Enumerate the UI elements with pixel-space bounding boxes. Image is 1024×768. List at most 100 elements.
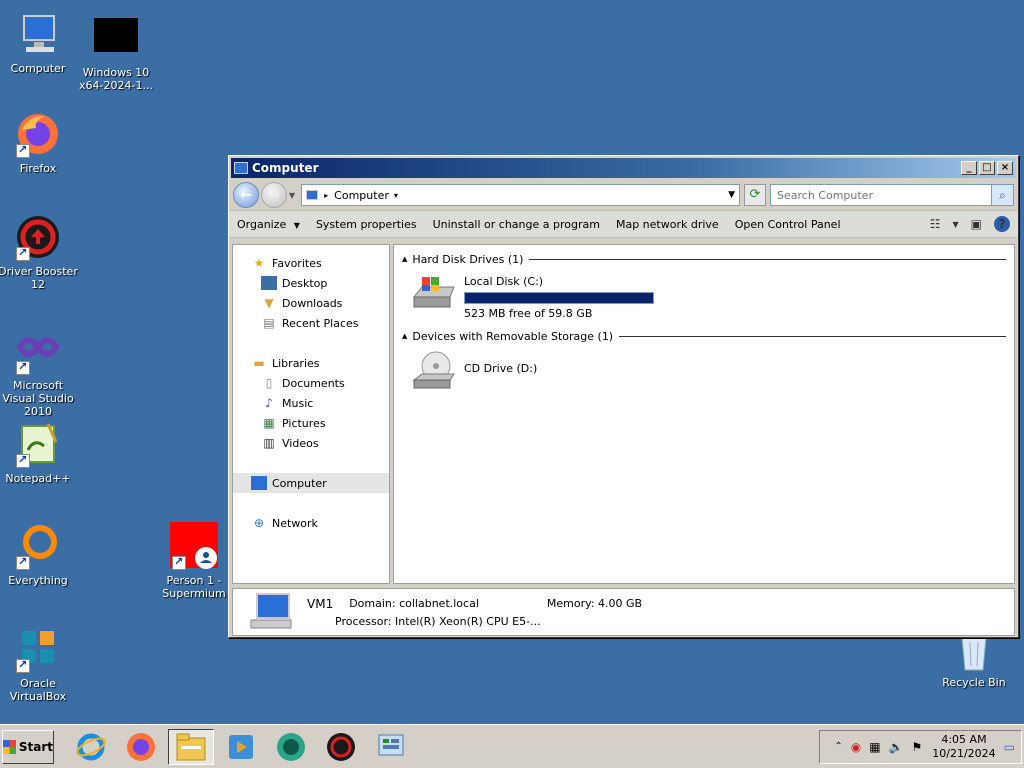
computer-icon bbox=[234, 162, 248, 174]
taskbar-media-player[interactable] bbox=[218, 729, 264, 765]
help-button[interactable]: ? bbox=[994, 216, 1010, 232]
breadcrumb-computer[interactable]: Computer bbox=[334, 189, 389, 202]
libraries-folder-icon: ▬ bbox=[253, 356, 265, 370]
navigation-pane[interactable]: ★ Favorites Desktop ▼ Downloads ▤ Recent Pl… bbox=[232, 244, 390, 584]
search-icon: ⌕ bbox=[999, 188, 1006, 202]
recent-pages-chevron-icon[interactable]: ▼ bbox=[289, 191, 295, 200]
drive-d[interactable]: CD Drive (D:) bbox=[410, 350, 1006, 394]
address-history-dropdown-icon[interactable]: ▼ bbox=[728, 190, 735, 200]
notepadpp-icon bbox=[14, 420, 62, 468]
computer-small-icon bbox=[306, 190, 319, 200]
shortcut-arrow-icon bbox=[16, 360, 30, 375]
memory-label: Memory: bbox=[546, 596, 595, 610]
desktop-icon-computer[interactable]: Computer bbox=[0, 10, 78, 75]
system-properties-button[interactable]: System properties bbox=[316, 218, 417, 231]
nav-network[interactable]: ⊕ Network bbox=[233, 513, 389, 533]
taskbar: Start ⌃ ◉ ▦ 🔈 ⚑ 4:05 AM 10/21/2024 ▭ bbox=[0, 724, 1024, 768]
green-orb-icon bbox=[277, 732, 305, 761]
nav-downloads[interactable]: ▼ Downloads bbox=[233, 293, 389, 313]
drive-c-usage-bar bbox=[464, 292, 654, 304]
maximize-button[interactable]: □ bbox=[979, 161, 995, 175]
memory-value: 4.00 GB bbox=[598, 596, 643, 610]
desktop-icon-windows10-vm[interactable]: Windows 10 x64-2024-1... bbox=[76, 14, 156, 92]
nav-computer[interactable]: Computer bbox=[233, 473, 389, 493]
address-bar[interactable]: ▸ Computer ▾ ▼ bbox=[301, 184, 740, 206]
network-tray-icon[interactable]: ▦ bbox=[869, 740, 880, 754]
shortcut-arrow-icon bbox=[172, 555, 186, 570]
nav-music[interactable]: ♪ Music bbox=[233, 393, 389, 413]
window-titlebar[interactable]: Computer _ □ × bbox=[231, 158, 1016, 178]
cd-drive-icon bbox=[410, 350, 458, 394]
nav-desktop[interactable]: Desktop bbox=[233, 273, 389, 293]
desktop-icon-supermium[interactable]: Person 1 - Supermium bbox=[154, 522, 234, 600]
star-icon: ★ bbox=[253, 256, 265, 270]
taskbar-control-panel[interactable] bbox=[368, 729, 414, 765]
drive-d-name: CD Drive (D:) bbox=[464, 362, 538, 375]
icon-label: Driver Booster 12 bbox=[0, 265, 78, 291]
nav-documents[interactable]: ▯ Documents bbox=[233, 373, 389, 393]
view-options-icon[interactable]: ☷ bbox=[930, 217, 941, 231]
taskbar-driver-booster[interactable] bbox=[318, 729, 364, 765]
drive-c-free-space: 523 MB free of 59.8 GB bbox=[464, 307, 593, 320]
show-desktop-icon[interactable]: ▭ bbox=[1004, 740, 1015, 754]
desktop-icon-virtualbox[interactable]: Oracle VirtualBox bbox=[0, 625, 78, 703]
taskbar-app-green[interactable] bbox=[268, 729, 314, 765]
icon-label: Microsoft Visual Studio 2010 bbox=[2, 379, 74, 418]
show-hidden-icons-icon[interactable]: ⌃ bbox=[834, 741, 842, 752]
collapse-triangle-icon: ▲ bbox=[402, 255, 408, 263]
shortcut-arrow-icon bbox=[16, 555, 30, 570]
action-center-flag-icon[interactable]: ⚑ bbox=[911, 740, 922, 754]
taskbar-internet-explorer[interactable] bbox=[68, 729, 114, 765]
shortcut-arrow-icon bbox=[16, 246, 30, 261]
taskbar-firefox[interactable] bbox=[118, 729, 164, 765]
map-network-drive-button[interactable]: Map network drive bbox=[616, 218, 719, 231]
processor-label: Processor: bbox=[335, 614, 392, 628]
icon-label: Oracle VirtualBox bbox=[9, 677, 67, 703]
search-input[interactable] bbox=[770, 184, 992, 206]
driver-booster-tray-icon[interactable]: ◉ bbox=[851, 740, 861, 754]
drive-c[interactable]: Local Disk (C:) 523 MB free of 59.8 GB bbox=[410, 273, 1006, 320]
open-control-panel-button[interactable]: Open Control Panel bbox=[735, 218, 841, 231]
desktop-icon-driver-booster[interactable]: Driver Booster 12 bbox=[0, 213, 78, 291]
nav-pictures[interactable]: ▦ Pictures bbox=[233, 413, 389, 433]
pictures-icon: ▦ bbox=[263, 416, 275, 430]
desktop-icon-everything[interactable]: Everything bbox=[0, 522, 78, 587]
network-globe-icon: ⊕ bbox=[253, 516, 265, 530]
icon-label: Windows 10 x64-2024-1... bbox=[79, 66, 153, 92]
back-button[interactable]: ← bbox=[233, 182, 259, 208]
view-dropdown-icon[interactable]: ▼ bbox=[953, 220, 959, 229]
nav-videos[interactable]: ▥ Videos bbox=[233, 433, 389, 453]
organize-button[interactable]: Organize ▼ bbox=[237, 218, 300, 231]
search-button[interactable]: ⌕ bbox=[992, 184, 1014, 206]
forward-button[interactable]: → bbox=[261, 182, 287, 208]
volume-muted-icon[interactable]: 🔈 bbox=[889, 740, 904, 754]
preview-pane-icon[interactable]: ▣ bbox=[971, 217, 982, 231]
desktop-icon-visual-studio[interactable]: Microsoft Visual Studio 2010 bbox=[0, 327, 78, 418]
nav-recent-places[interactable]: ▤ Recent Places bbox=[233, 313, 389, 333]
group-header-removable[interactable]: ▲ Devices with Removable Storage (1) bbox=[402, 328, 1006, 344]
refresh-button[interactable]: ⟳ bbox=[744, 184, 766, 206]
minimize-button[interactable]: _ bbox=[961, 161, 977, 175]
refresh-icon: ⟳ bbox=[749, 187, 761, 202]
supermium-profile-icon bbox=[170, 522, 218, 570]
breadcrumb-dropdown-icon[interactable]: ▾ bbox=[394, 191, 398, 200]
content-pane[interactable]: ▲ Hard Disk Drives (1) Local Disk (C:) 5… bbox=[393, 244, 1015, 584]
nav-libraries[interactable]: ▬ Libraries bbox=[233, 353, 389, 373]
clock[interactable]: 4:05 AM 10/21/2024 bbox=[932, 733, 995, 761]
taskbar-explorer[interactable] bbox=[168, 728, 214, 765]
uninstall-program-button[interactable]: Uninstall or change a program bbox=[433, 218, 600, 231]
close-button[interactable]: × bbox=[997, 161, 1013, 175]
nav-favorites[interactable]: ★ Favorites bbox=[233, 253, 389, 273]
organize-dropdown-icon: ▼ bbox=[293, 220, 300, 230]
shortcut-arrow-icon bbox=[16, 453, 30, 468]
firefox-icon bbox=[14, 110, 62, 158]
virtualbox-icon bbox=[14, 625, 62, 673]
desktop-icon-recycle-bin[interactable]: Recycle Bin bbox=[934, 636, 1014, 689]
icon-label: Notepad++ bbox=[5, 472, 71, 485]
start-button[interactable]: Start bbox=[2, 729, 54, 764]
breadcrumb-chevron-icon[interactable]: ▸ bbox=[324, 191, 328, 200]
group-header-hdd[interactable]: ▲ Hard Disk Drives (1) bbox=[402, 251, 1006, 267]
desktop-icon-notepadpp[interactable]: Notepad++ bbox=[0, 420, 78, 485]
explorer-window[interactable]: Computer _ □ × ← → ▼ ▸ Computer ▾ ▼ ⟳ ⌕ … bbox=[228, 155, 1019, 638]
desktop-icon-firefox[interactable]: Firefox bbox=[0, 110, 78, 175]
